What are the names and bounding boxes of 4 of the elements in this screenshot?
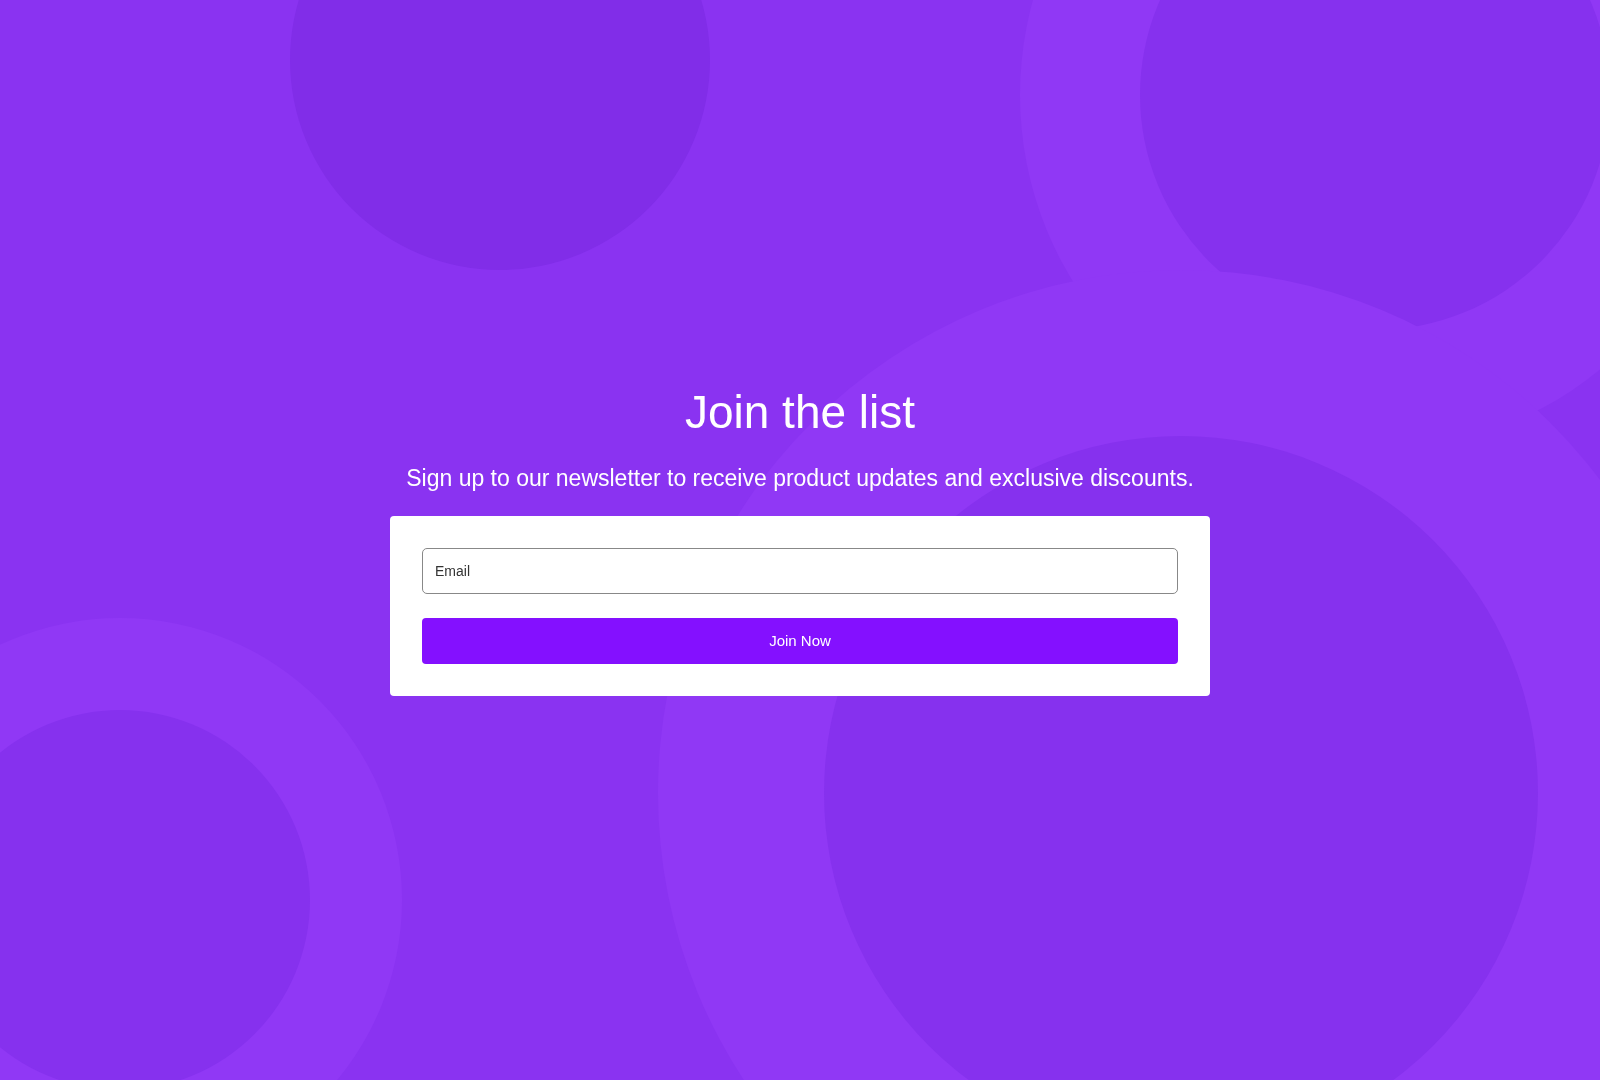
page-heading: Join the list [684, 384, 916, 439]
join-button[interactable]: Join Now [422, 617, 1178, 664]
email-input[interactable]: Email [422, 547, 1178, 594]
subheading: Sign up to our newsletter to receive product updates and exclusive discounts. [406, 464, 1194, 492]
